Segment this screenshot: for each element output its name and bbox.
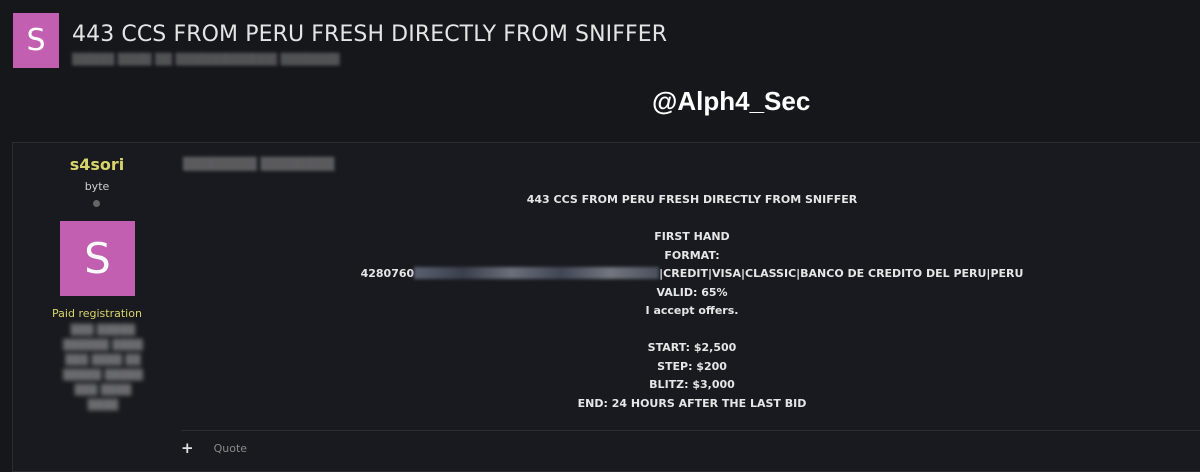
- author-meta: ▒▒▒ ▒▒▒▒▒ ▒▒▒▒▒▒ ▒▒▒▒ ▒▒▒ ▒▒▒▒ ▒▒ ▒▒▒▒▒ …: [62, 325, 144, 411]
- offers-line: I accept offers.: [645, 304, 739, 317]
- post-content: 443 CCS FROM PERU FRESH DIRECTLY FROM SN…: [181, 191, 1200, 413]
- page-title: 443 CCS FROM PERU FRESH DIRECTLY FROM SN…: [72, 22, 668, 47]
- format-suffix: |CREDIT|VISA|CLASSIC|BANCO DE CREDITO DE…: [659, 267, 1024, 280]
- post-container: s4sori byte S Paid registration ▒▒▒ ▒▒▒▒…: [12, 142, 1200, 472]
- start-line: START: $2,500: [647, 341, 737, 354]
- step-line: STEP: $200: [657, 359, 727, 373]
- format-label: FORMAT:: [664, 248, 720, 262]
- first-hand-line: FIRST HAND: [654, 230, 730, 243]
- blitz-line: BLITZ: $3,000: [649, 378, 735, 391]
- author-username[interactable]: s4sori: [13, 155, 181, 174]
- online-status-icon: [93, 200, 100, 207]
- plus-icon[interactable]: +: [181, 439, 194, 457]
- watermark: @Alph4_Sec: [652, 86, 811, 116]
- author-rank: byte: [84, 180, 110, 193]
- end-line: END: 24 HOURS AFTER THE LAST BID: [577, 396, 807, 410]
- valid-line: VALID: 65%: [656, 285, 728, 299]
- author-group: Paid registration: [52, 307, 142, 320]
- quote-button[interactable]: Quote: [214, 442, 247, 455]
- avatar[interactable]: S: [60, 221, 135, 296]
- post-heading: 443 CCS FROM PERU FRESH DIRECTLY FROM SN…: [526, 193, 858, 206]
- post-divider: [181, 430, 1200, 431]
- post-date: ▒▒▒▒▒▒▒▒ ▒▒▒▒▒▒▒▒: [183, 157, 335, 171]
- format-prefix: 4280760: [360, 267, 415, 280]
- redacted-card-data: [414, 267, 660, 279]
- topic-subtitle: ▒▒▒▒▒ ▒▒▒▒ ▒▒ ▒▒▒▒▒▒▒▒▒▒▒▒ ▒▒▒▒▒▒▒: [72, 53, 340, 66]
- format-line: 4280760 |CREDIT|VISA|CLASSIC|BANCO DE CRE…: [181, 265, 1200, 284]
- topic-avatar[interactable]: S: [13, 13, 59, 68]
- post-footer: + Quote: [181, 439, 247, 457]
